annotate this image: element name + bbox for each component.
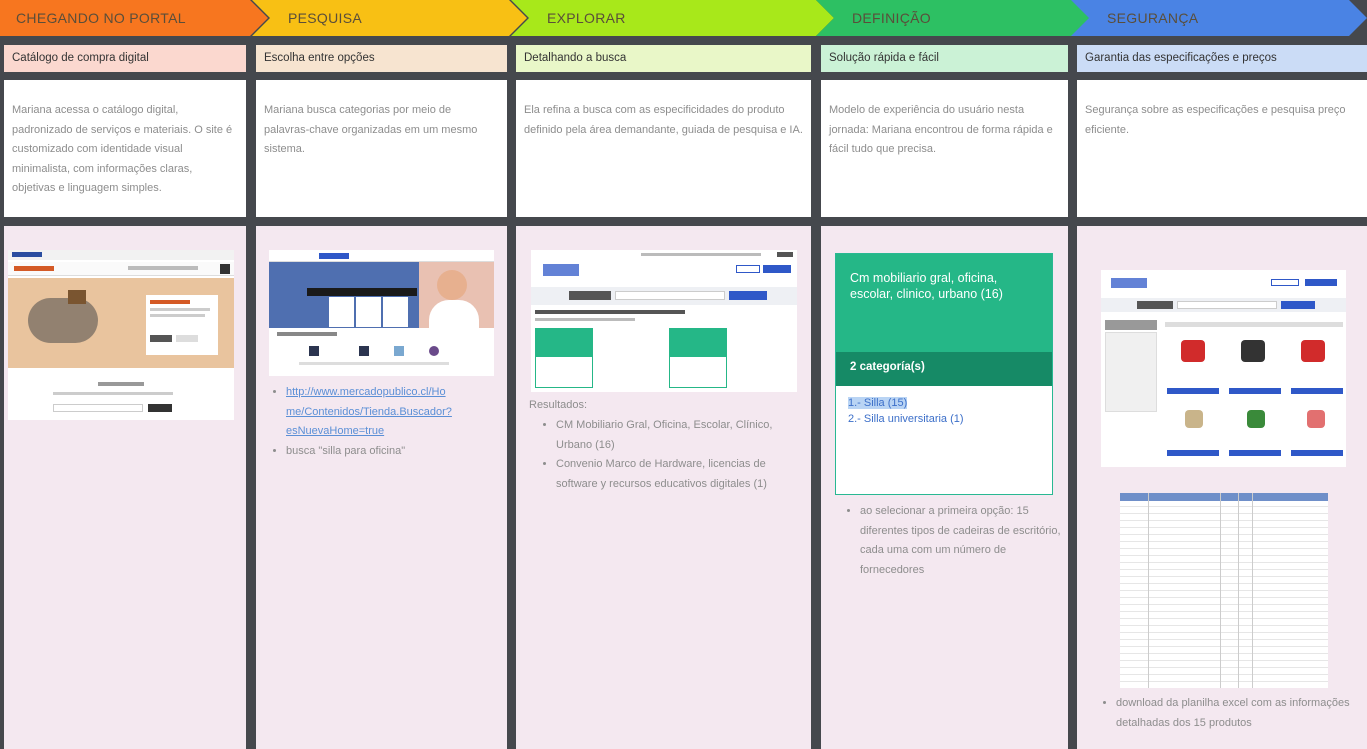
subtitle-col-2: Escolha entre opções — [256, 45, 507, 72]
description-col-5: Segurança sobre as especificações e pesq… — [1077, 80, 1367, 217]
results-heading: Resultados: — [529, 399, 588, 411]
security-note-list: download da planilha excel com as inform… — [1090, 694, 1362, 733]
stage-label: PESQUISA — [288, 10, 362, 26]
results-list: CM Mobiliario Gral, Oficina, Escolar, Cl… — [530, 416, 805, 494]
subtitle-col-1: Catálogo de compra digital — [4, 45, 246, 72]
mercado-publico-link[interactable]: http://www.mercadopublico.cl/Ho me/Conten… — [286, 386, 452, 437]
search-query-item: busca "silla para oficina" — [286, 442, 500, 462]
excel-spreadsheet-screenshot — [1120, 493, 1328, 688]
stage-explorar: EXPLORAR — [511, 0, 834, 36]
description-col-3: Ela refina a busca com as especificidade… — [516, 80, 811, 217]
card-items: 1.- Silla (15) 2.- Silla universitaria (… — [836, 386, 1052, 436]
category-result-card: Cm mobiliario gral, oficina, escolar, cl… — [835, 253, 1053, 495]
stage-label: CHEGANDO NO PORTAL — [16, 10, 186, 26]
product-list-screenshot — [1101, 270, 1346, 467]
result-item: CM Mobiliario Gral, Oficina, Escolar, Cl… — [556, 416, 805, 455]
search-link-item: http://www.mercadopublico.cl/Home/Conten… — [286, 383, 500, 442]
subtitle-col-4: Solução rápida e fácil — [821, 45, 1068, 72]
refined-search-screenshot — [531, 250, 797, 392]
stage-definicao: DEFINIÇÃO — [816, 0, 1091, 36]
subtitle-col-5: Garantia das especificações e preços — [1077, 45, 1367, 72]
definition-note-list: ao selecionar a primeira opção: 15 difer… — [834, 502, 1062, 580]
subtitle-col-3: Detalhando a busca — [516, 45, 811, 72]
journey-stage-bar: CHEGANDO NO PORTAL PESQUISA EXPLORAR DEF… — [0, 0, 1367, 36]
category-option-silla[interactable]: 1.- Silla (15) — [848, 395, 1040, 411]
stage-seguranca: SEGURANÇA — [1071, 0, 1367, 36]
result-item: Convenio Marco de Hardware, licencias de… — [556, 455, 805, 494]
stage-chegando-no-portal: CHEGANDO NO PORTAL — [0, 0, 268, 36]
description-col-1: Mariana acessa o catálogo digital, padro… — [4, 80, 246, 217]
search-page-screenshot — [269, 250, 494, 376]
search-bullets: http://www.mercadopublico.cl/Home/Conten… — [260, 383, 500, 461]
portal-homepage-screenshot — [8, 250, 234, 420]
description-col-4: Modelo de experiência do usuário nesta j… — [821, 80, 1068, 217]
card-categories: 2 categoría(s) — [836, 352, 1052, 386]
stage-label: SEGURANÇA — [1107, 10, 1199, 26]
category-option-silla-universitaria[interactable]: 2.- Silla universitaria (1) — [848, 411, 1040, 427]
description-col-2: Mariana busca categorias por meio de pal… — [256, 80, 507, 217]
stage-pesquisa: PESQUISA — [252, 0, 527, 36]
stage-label: EXPLORAR — [547, 10, 626, 26]
security-note: download da planilha excel com as inform… — [1116, 694, 1362, 733]
definition-note: ao selecionar a primeira opção: 15 difer… — [860, 502, 1062, 580]
card-title: Cm mobiliario gral, oficina, escolar, cl… — [836, 254, 1052, 352]
